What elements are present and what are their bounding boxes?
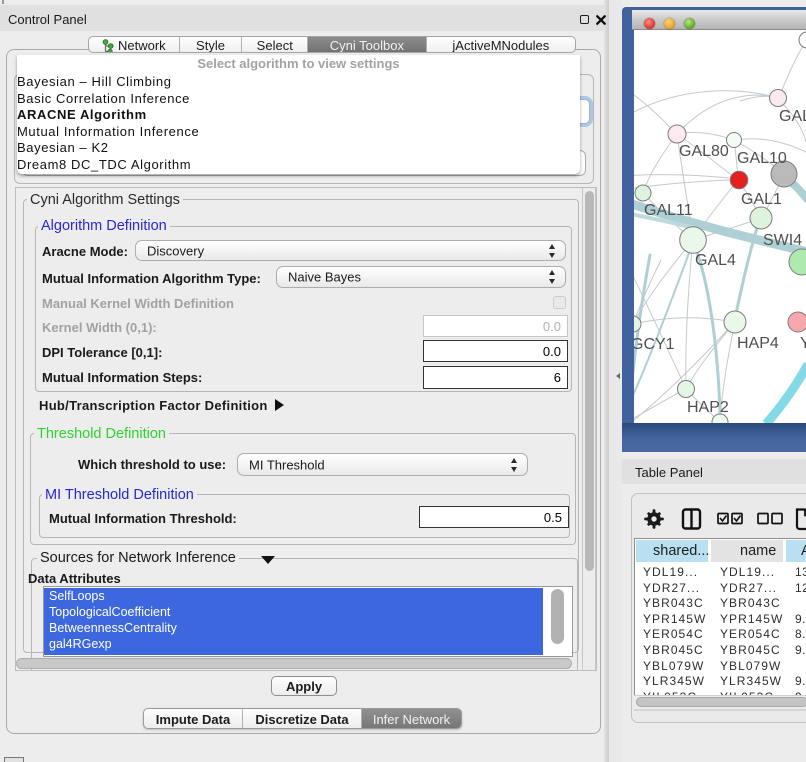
svg-text:GAL4: GAL4	[695, 252, 736, 269]
svg-text:HAP4: HAP4	[737, 335, 779, 352]
svg-text:YE: YE	[800, 335, 806, 352]
svg-text:GAL10: GAL10	[737, 150, 787, 167]
svg-text:HAP2: HAP2	[687, 399, 729, 416]
svg-text:GAL1: GAL1	[741, 191, 782, 208]
svg-text:GAL80: GAL80	[679, 143, 729, 160]
svg-text:SWI4: SWI4	[763, 232, 802, 249]
svg-text:GCY1: GCY1	[634, 336, 675, 353]
svg-text:GAL7: GAL7	[779, 108, 806, 125]
svg-text:GAL11: GAL11	[644, 202, 693, 219]
